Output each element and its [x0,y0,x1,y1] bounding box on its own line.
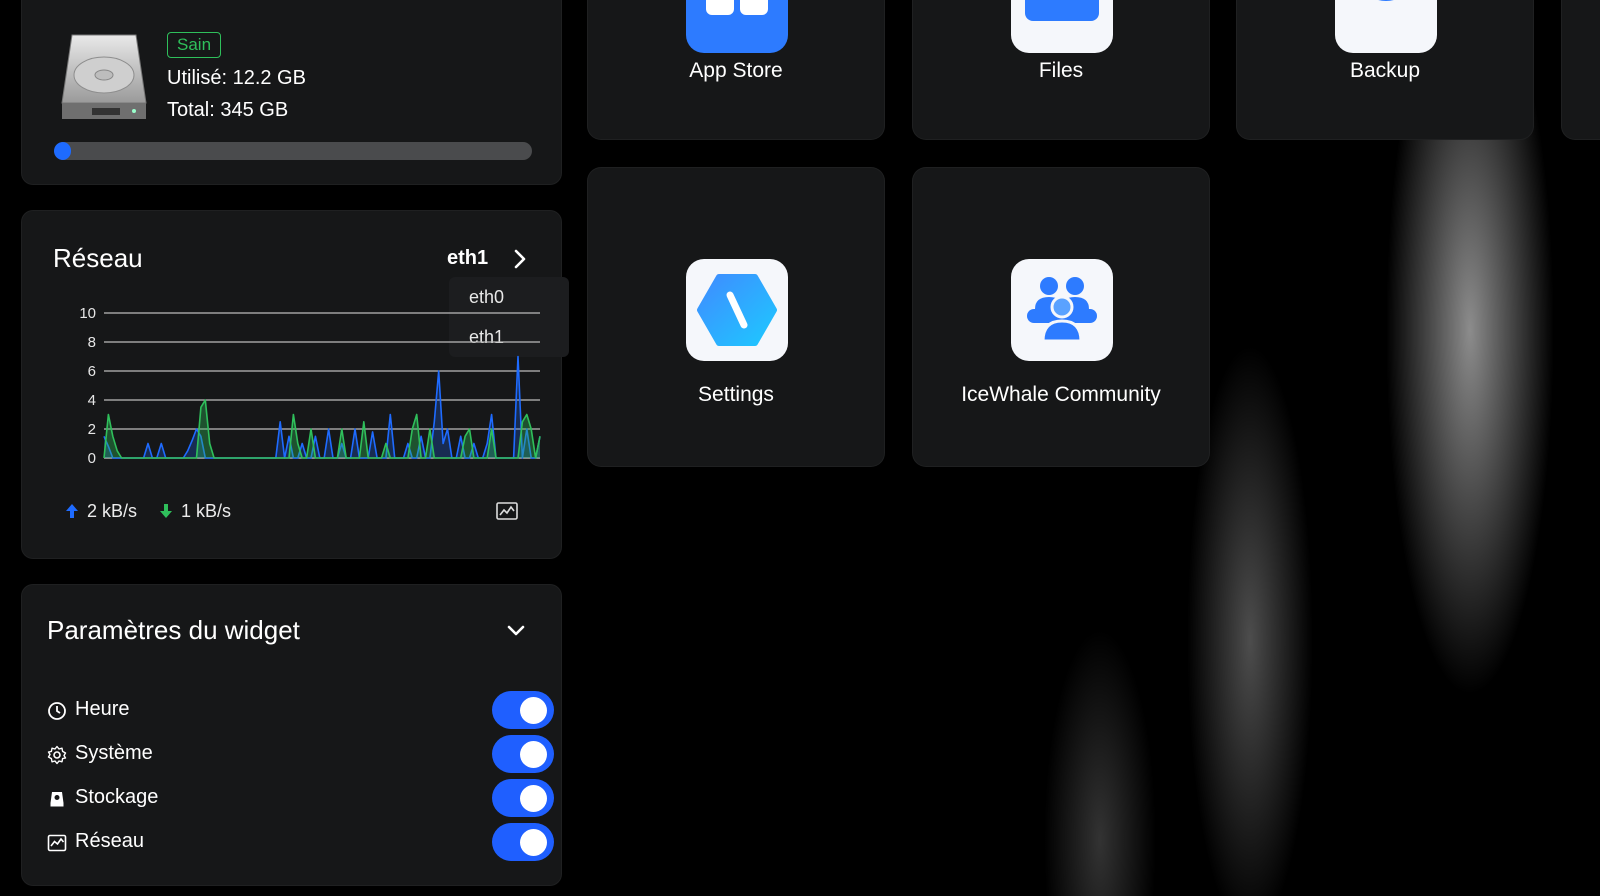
app-label: Settings [698,383,774,406]
network-title: Réseau [53,243,143,273]
upload-speed-value: 2 kB/s [87,501,138,521]
setting-label: Stockage [75,786,159,808]
toggle-reseau[interactable] [492,823,554,861]
toggle-heure[interactable] [492,691,554,729]
community-icon [1011,259,1113,361]
setting-label: Réseau [75,830,144,852]
toggle-systeme[interactable] [492,735,554,773]
status-badge: Sain [167,32,222,58]
clock-icon [48,702,66,720]
setting-row-reseau: Réseau [47,823,554,861]
network-chart-icon [47,834,67,852]
network-traffic-chart: 10 8 6 4 2 0 [79,305,541,467]
storage-total: Total: 345 GB [167,99,289,121]
download-arrow-icon [160,504,172,518]
storage-icon [50,792,64,807]
storage-progress-bar [54,142,532,160]
hard-disk-icon [61,34,147,119]
y-tick-label: 10 [79,305,96,322]
files-icon [1011,0,1113,53]
chart-view-icon[interactable] [496,502,518,520]
setting-label: Heure [75,698,130,720]
app-store-icon [686,0,788,53]
interface-selector[interactable]: eth1 [447,247,488,270]
app-label: Files [1038,59,1084,82]
y-tick-label: 8 [88,334,96,351]
widget-settings-panel: Paramètres du widget Heure Système Stock… [21,584,562,886]
app-tile-settings[interactable]: Settings [587,167,885,467]
y-tick-label: 0 [88,450,96,467]
y-tick-label: 4 [88,392,96,409]
setting-row-heure: Heure [47,691,554,729]
download-speed: 1 kB/s [159,501,231,522]
setting-row-stockage: Stockage [47,779,554,817]
upload-series-area [104,356,540,458]
backup-icon [1335,0,1437,53]
app-tile-icewhale-community[interactable]: IceWhale Community [912,167,1210,467]
widget-settings-title: Paramètres du widget [47,615,300,645]
app-label: IceWhale Community [961,383,1161,406]
app-tile-app-store[interactable]: App Store [587,0,885,140]
app-tile-backup[interactable]: Backup [1236,0,1534,140]
app-tile-partial[interactable] [1561,0,1600,140]
chevron-right-icon[interactable] [510,247,530,271]
app-tile-files[interactable]: Files [912,0,1210,140]
storage-widget: Sain Utilisé: 12.2 GB Total: 345 GB [21,0,562,185]
setting-label: Système [75,742,153,764]
upload-speed: 2 kB/s [65,501,137,522]
toggle-stockage[interactable] [492,779,554,817]
app-label: Backup [1349,59,1421,82]
app-label: App Store [689,59,783,82]
upload-arrow-icon [66,504,78,518]
y-tick-label: 2 [88,421,96,438]
y-tick-label: 6 [88,363,96,380]
storage-progress-fill [54,142,71,160]
network-widget: Réseau eth1 eth0 eth1 10 8 6 4 2 0 2 kB/s 1 k… [21,210,569,559]
download-speed-value: 1 kB/s [181,501,232,521]
setting-row-systeme: Système [47,735,554,773]
upload-series-line [103,355,541,459]
storage-used: Utilisé: 12.2 GB [167,67,306,89]
settings-app-icon [686,259,788,361]
chevron-down-icon[interactable] [504,621,528,641]
gear-icon [47,745,67,765]
